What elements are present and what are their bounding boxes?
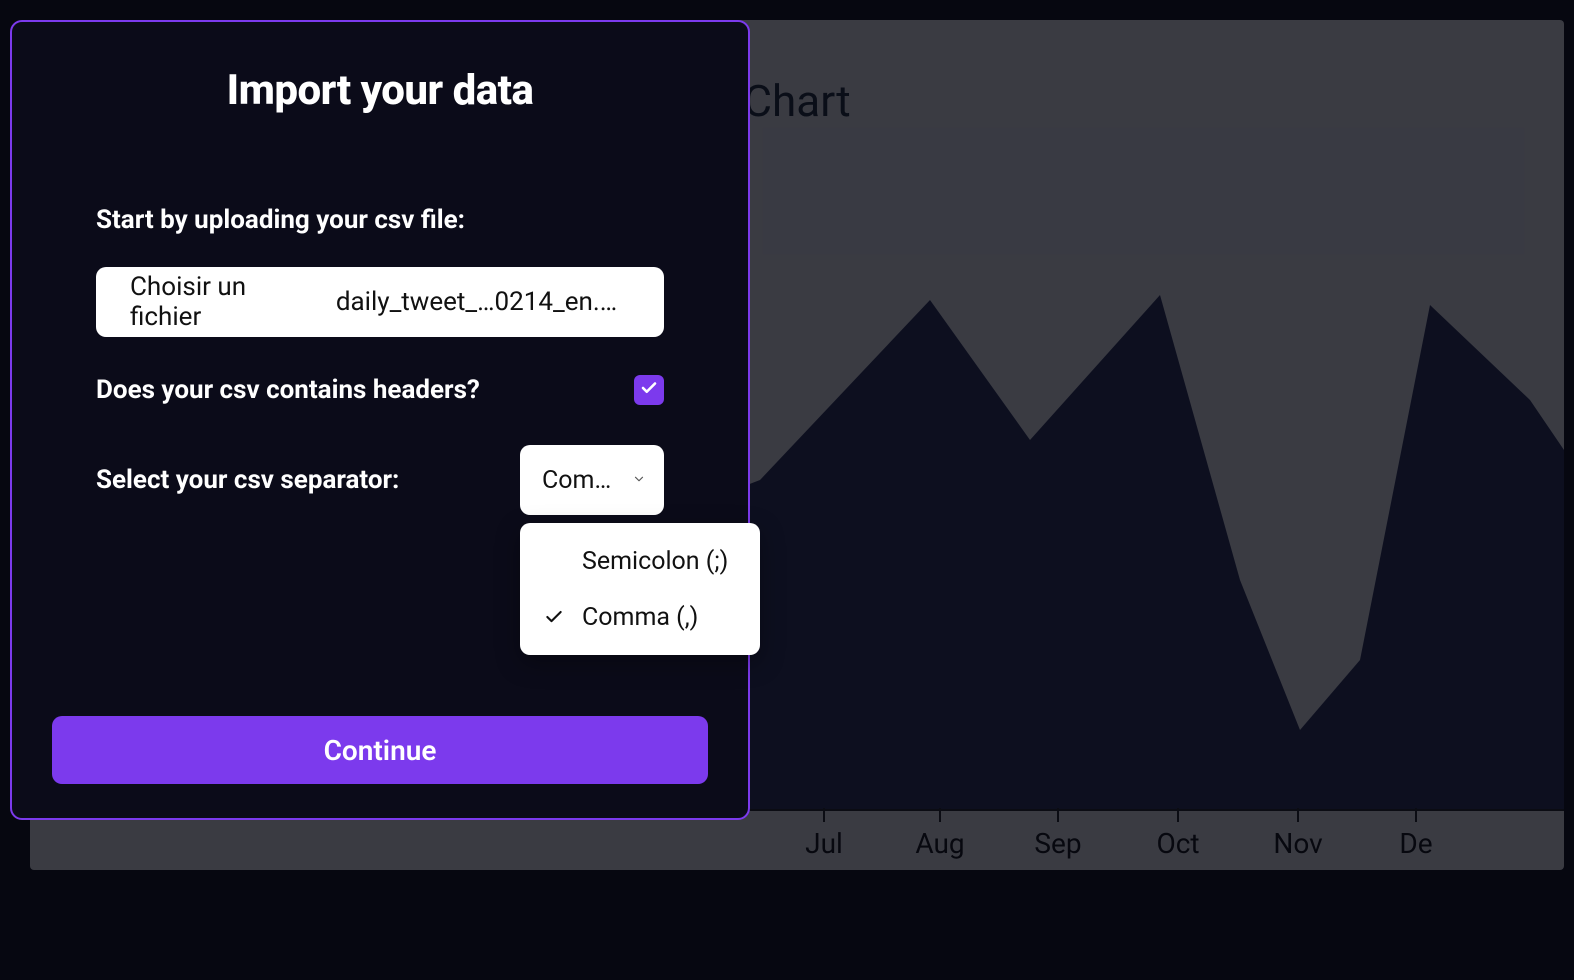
chevron-down-icon [632, 471, 646, 490]
import-data-modal: Import your data Start by uploading your… [10, 20, 750, 820]
headers-checkbox[interactable] [634, 375, 664, 405]
upload-label: Start by uploading your csv file: [96, 205, 664, 235]
file-input[interactable]: Choisir un fichier daily_tweet_…0214_en.… [96, 267, 664, 337]
select-current-value: Com… [542, 466, 611, 495]
continue-button[interactable]: Continue [52, 716, 708, 784]
modal-title: Import your data [52, 66, 708, 115]
check-icon [542, 607, 566, 627]
dropdown-option-semicolon[interactable]: Semicolon (;) [520, 533, 760, 589]
dropdown-option-comma[interactable]: Comma (,) [520, 589, 760, 645]
separator-label: Select your csv separator: [96, 465, 399, 495]
headers-label: Does your csv contains headers? [96, 375, 480, 405]
check-icon [640, 378, 658, 402]
dropdown-option-label: Comma (,) [582, 603, 698, 632]
file-choose-button-label: Choisir un fichier [130, 272, 318, 332]
separator-select[interactable]: Com… Semicolon (;) Comma [520, 445, 664, 515]
selected-file-name: daily_tweet_…0214_en.csv [336, 287, 630, 317]
separator-dropdown: Semicolon (;) Comma (,) [520, 523, 760, 655]
continue-button-label: Continue [324, 734, 437, 767]
dropdown-option-label: Semicolon (;) [582, 547, 728, 576]
